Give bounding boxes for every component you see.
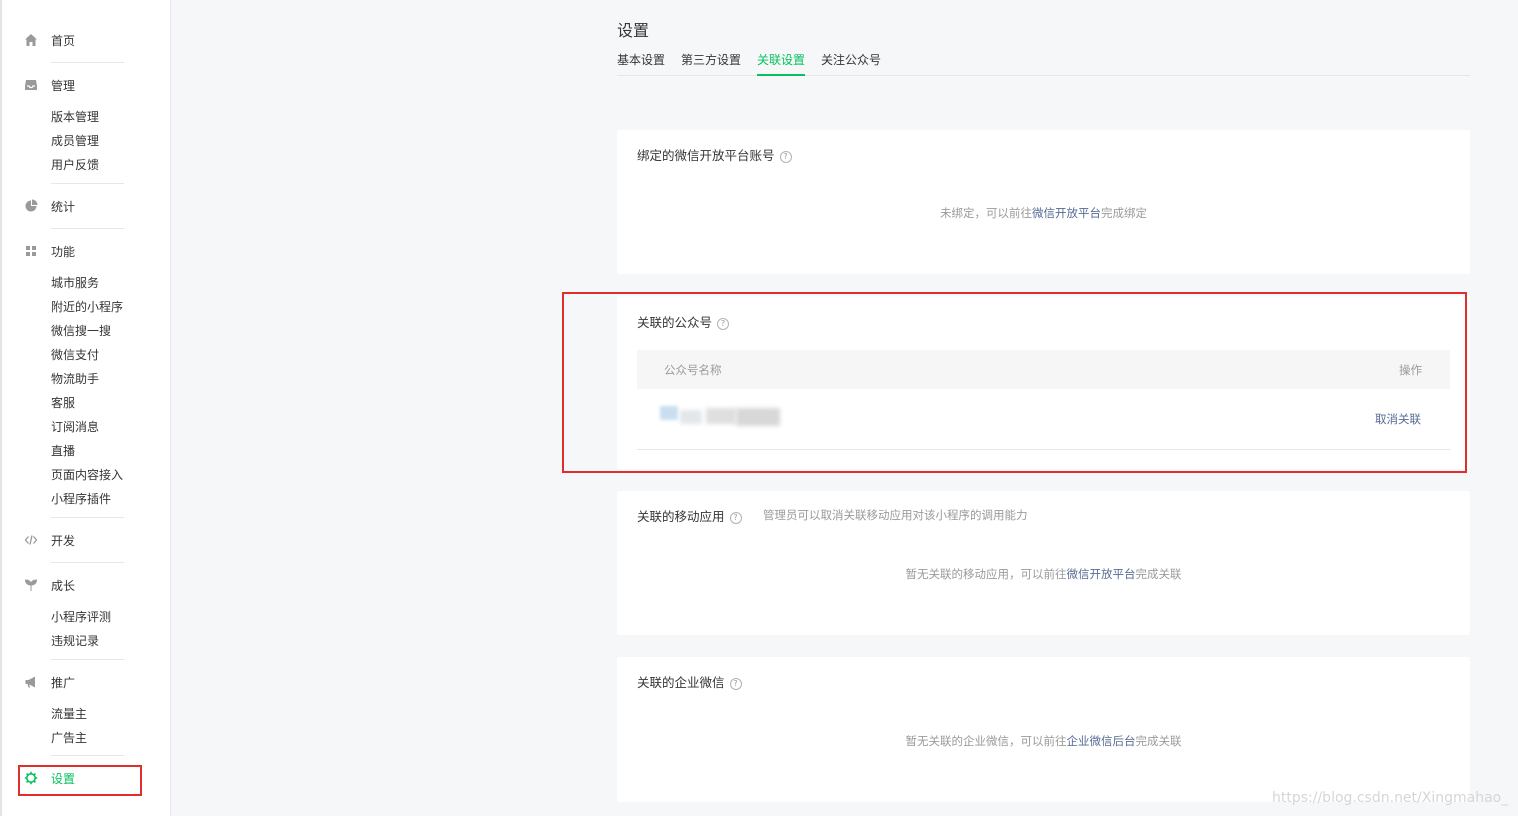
sidebar-item-promo[interactable]: 推广 (0, 672, 170, 692)
sidebar-item-label: 首页 (51, 34, 76, 48)
help-icon[interactable]: ? (729, 678, 742, 690)
sidebar-item-label: 推广 (51, 676, 76, 690)
open-platform-link[interactable]: 微信开放平台 (1067, 567, 1136, 581)
sidebar-subitem-search[interactable]: 微信搜一搜 (51, 323, 111, 339)
card-title-text: 绑定的微信开放平台账号 (637, 148, 775, 163)
sidebar-item-label: 成长 (51, 579, 76, 593)
card-title: 绑定的微信开放平台账号? (637, 145, 792, 164)
help-icon[interactable]: ? (779, 151, 792, 163)
tip-text: 暂无关联的企业微信，可以前往 (905, 734, 1067, 748)
home-icon (25, 34, 37, 46)
sidebar-subitem-logistics[interactable]: 物流助手 (51, 371, 99, 387)
sidebar-subitem-content[interactable]: 页面内容接入 (51, 467, 123, 483)
grid-icon (26, 246, 36, 256)
divider (51, 755, 124, 756)
inbox-icon (25, 80, 37, 90)
divider (51, 517, 124, 518)
help-icon[interactable]: ? (729, 512, 742, 524)
code-icon (24, 535, 38, 545)
sidebar-subitem-members[interactable]: 成员管理 (51, 133, 99, 149)
card-title: 关联的移动应用? (637, 506, 742, 525)
sidebar-item-label: 开发 (51, 534, 76, 548)
divider (51, 562, 124, 563)
sidebar-edge (0, 0, 2, 816)
card-title: 关联的企业微信? (637, 672, 742, 691)
watermark: https://blog.csdn.net/Xingmahao_ (1272, 790, 1509, 806)
sidebar-item-label: 管理 (51, 79, 76, 93)
sidebar-subitem-advertiser[interactable]: 广告主 (51, 730, 87, 746)
card-open-platform: 绑定的微信开放平台账号? 未绑定，可以前往微信开放平台完成绑定 (617, 130, 1470, 274)
sidebar-item-features[interactable]: 功能 (0, 241, 170, 261)
sidebar-item-label: 功能 (51, 245, 76, 259)
empty-tip: 未绑定，可以前往微信开放平台完成绑定 (617, 205, 1470, 221)
tip-text: 未绑定，可以前往 (940, 206, 1032, 220)
pie-chart-icon (25, 199, 38, 212)
sidebar-subitem-traffic-owner[interactable]: 流量主 (51, 706, 87, 722)
sidebar-subitem-pay[interactable]: 微信支付 (51, 347, 99, 363)
card-title-text: 关联的移动应用 (637, 509, 725, 524)
sidebar-subitem-nearby[interactable]: 附近的小程序 (51, 299, 123, 315)
sprout-icon (24, 579, 38, 591)
tab-third-party[interactable]: 第三方设置 (681, 52, 741, 74)
tab-bar: 基本设置 第三方设置 关联设置 关注公众号 (617, 52, 1470, 76)
highlight-box (18, 765, 142, 796)
highlight-box (562, 292, 1467, 473)
sidebar-item-manage[interactable]: 管理 (0, 75, 170, 95)
sidebar-item-home[interactable]: 首页 (0, 30, 170, 50)
sidebar-subitem-violations[interactable]: 违规记录 (51, 633, 99, 649)
sidebar-subitem-service[interactable]: 客服 (51, 395, 75, 411)
tip-text: 完成关联 (1135, 734, 1182, 748)
divider (51, 659, 124, 660)
empty-tip: 暂无关联的企业微信，可以前往企业微信后台完成关联 (617, 733, 1470, 749)
megaphone-icon (25, 676, 35, 688)
sidebar-subitem-city-service[interactable]: 城市服务 (51, 275, 99, 291)
sidebar-subitem-version[interactable]: 版本管理 (51, 109, 99, 125)
tip-text: 暂无关联的移动应用，可以前往 (905, 567, 1067, 581)
sidebar-item-label: 统计 (51, 200, 76, 214)
tab-basic[interactable]: 基本设置 (617, 52, 665, 74)
divider (51, 183, 124, 184)
sidebar-item-growth[interactable]: 成长 (0, 575, 170, 595)
tab-association[interactable]: 关联设置 (757, 52, 806, 76)
card-title-text: 关联的企业微信 (637, 675, 725, 690)
open-platform-link[interactable]: 微信开放平台 (1032, 206, 1101, 220)
divider (51, 228, 124, 229)
sidebar: 首页 管理 版本管理 成员管理 用户反馈 统计 功能 城市服务 附近的小程序 微… (0, 0, 171, 816)
sidebar-subitem-plugin[interactable]: 小程序插件 (51, 491, 111, 507)
card-work-wechat: 关联的企业微信? 暂无关联的企业微信，可以前往企业微信后台完成关联 (617, 657, 1470, 802)
divider (51, 62, 124, 63)
page-title: 设置 (617, 21, 650, 40)
tab-follow-account[interactable]: 关注公众号 (821, 52, 881, 74)
card-mobile-apps: 关联的移动应用? 管理员可以取消关联移动应用对该小程序的调用能力 暂无关联的移动… (617, 491, 1470, 635)
sidebar-subitem-live[interactable]: 直播 (51, 443, 75, 459)
tip-text: 完成关联 (1135, 567, 1182, 581)
work-wechat-admin-link[interactable]: 企业微信后台 (1067, 734, 1136, 748)
sidebar-subitem-review[interactable]: 小程序评测 (51, 609, 111, 625)
empty-tip: 暂无关联的移动应用，可以前往微信开放平台完成关联 (617, 566, 1470, 582)
sidebar-subitem-feedback[interactable]: 用户反馈 (51, 157, 99, 173)
tip-text: 完成绑定 (1101, 206, 1147, 220)
sidebar-subitem-subscribe[interactable]: 订阅消息 (51, 419, 99, 435)
card-subtitle: 管理员可以取消关联移动应用对该小程序的调用能力 (763, 508, 1028, 522)
sidebar-item-stats[interactable]: 统计 (0, 196, 170, 216)
sidebar-item-dev[interactable]: 开发 (0, 530, 170, 550)
